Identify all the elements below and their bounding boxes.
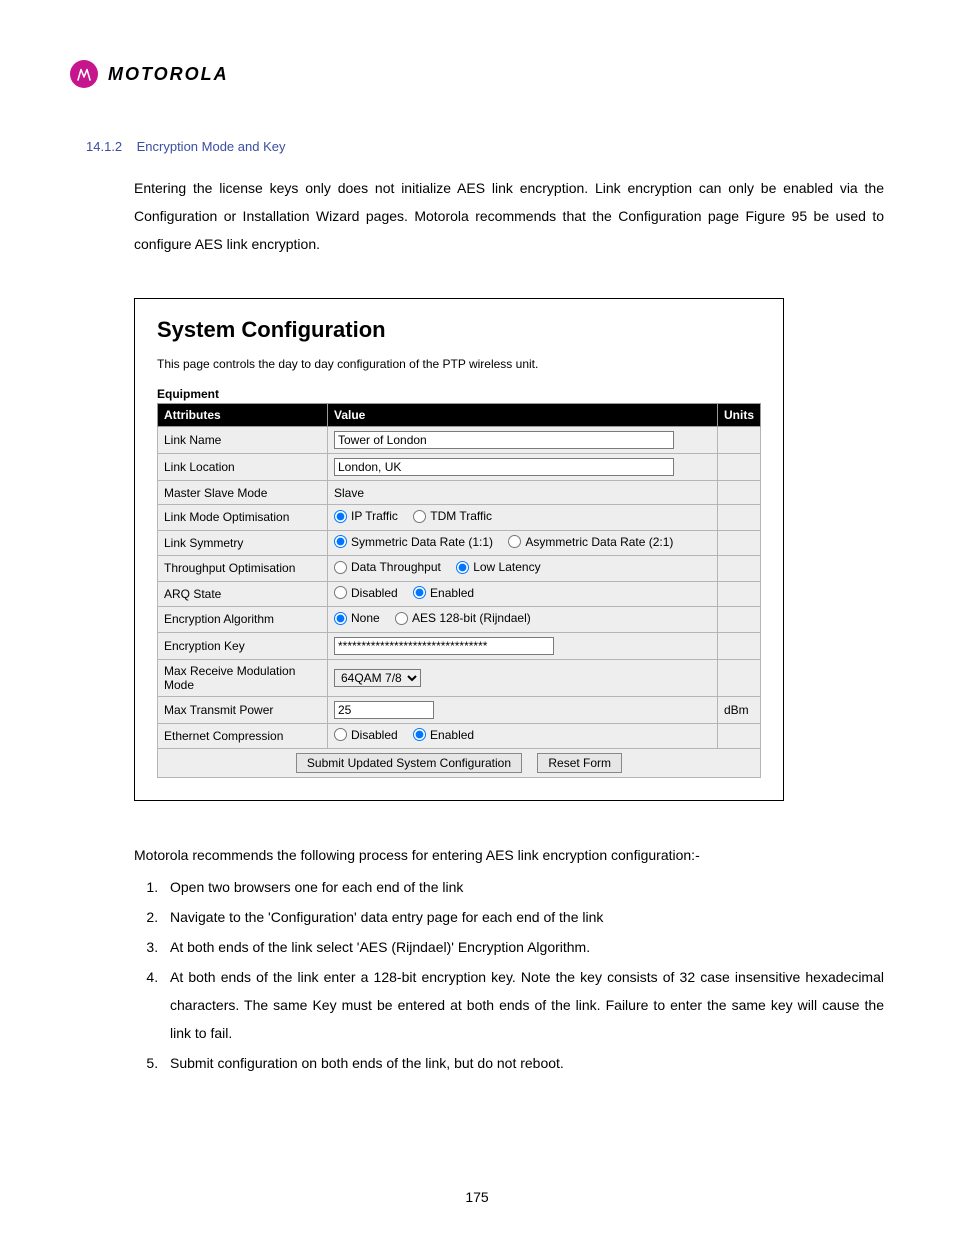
section-number: 14.1.2 <box>86 139 122 154</box>
row-link-name: Link Name <box>158 427 761 454</box>
radio-ip-traffic[interactable]: IP Traffic <box>334 509 398 523</box>
attr-label: Throughput Optimisation <box>158 556 328 582</box>
radio-ethcomp-enabled[interactable]: Enabled <box>413 728 474 742</box>
system-configuration-figure: System Configuration This page controls … <box>134 298 784 801</box>
attr-label: Link Name <box>158 427 328 454</box>
motorola-logo-icon <box>70 60 98 88</box>
attr-label: Link Symmetry <box>158 530 328 556</box>
list-item: At both ends of the link enter a 128-bit… <box>162 963 884 1047</box>
attr-label: Max Receive Modulation Mode <box>158 659 328 696</box>
max-rx-modulation-select[interactable]: 64QAM 7/8 <box>334 669 421 687</box>
radio-enc-none[interactable]: None <box>334 611 380 625</box>
row-master-slave: Master Slave Mode Slave <box>158 481 761 505</box>
row-link-location: Link Location <box>158 454 761 481</box>
radio-tdm-traffic[interactable]: TDM Traffic <box>413 509 492 523</box>
col-units: Units <box>718 404 761 427</box>
col-attributes: Attributes <box>158 404 328 427</box>
brand-name: MOTOROLA <box>108 64 229 85</box>
radio-asymmetric[interactable]: Asymmetric Data Rate (2:1) <box>508 535 673 549</box>
col-value: Value <box>328 404 718 427</box>
steps-list: Open two browsers one for each end of th… <box>134 873 884 1077</box>
attr-label: Max Transmit Power <box>158 696 328 723</box>
row-link-mode-optimisation: Link Mode Optimisation IP Traffic TDM Tr… <box>158 505 761 531</box>
button-row: Submit Updated System Configuration Rese… <box>158 749 761 778</box>
link-name-input[interactable] <box>334 431 674 449</box>
radio-arq-disabled[interactable]: Disabled <box>334 586 398 600</box>
row-arq-state: ARQ State Disabled Enabled <box>158 581 761 607</box>
submit-button[interactable]: Submit Updated System Configuration <box>296 753 522 773</box>
reset-button[interactable]: Reset Form <box>537 753 622 773</box>
list-item: Navigate to the 'Configuration' data ent… <box>162 903 884 931</box>
row-throughput-optimisation: Throughput Optimisation Data Throughput … <box>158 556 761 582</box>
followup-paragraph: Motorola recommends the following proces… <box>134 841 884 869</box>
link-location-input[interactable] <box>334 458 674 476</box>
row-encryption-algorithm: Encryption Algorithm None AES 128-bit (R… <box>158 607 761 633</box>
section-heading: 14.1.2 Encryption Mode and Key <box>86 138 884 156</box>
attr-label: Master Slave Mode <box>158 481 328 505</box>
radio-symmetric[interactable]: Symmetric Data Rate (1:1) <box>334 535 493 549</box>
list-item: Open two browsers one for each end of th… <box>162 873 884 901</box>
encryption-key-input[interactable] <box>334 637 554 655</box>
row-ethernet-compression: Ethernet Compression Disabled Enabled <box>158 723 761 749</box>
radio-arq-enabled[interactable]: Enabled <box>413 586 474 600</box>
list-item: Submit configuration on both ends of the… <box>162 1049 884 1077</box>
master-slave-value: Slave <box>328 481 718 505</box>
figure-subtitle: This page controls the day to day config… <box>157 357 761 371</box>
intro-paragraph: Entering the license keys only does not … <box>134 174 884 258</box>
row-encryption-key: Encryption Key <box>158 632 761 659</box>
radio-low-latency[interactable]: Low Latency <box>456 560 540 574</box>
configuration-table: Attributes Value Units Link Name Link Lo… <box>157 403 761 778</box>
radio-data-throughput[interactable]: Data Throughput <box>334 560 441 574</box>
attr-label: Encryption Algorithm <box>158 607 328 633</box>
radio-ethcomp-disabled[interactable]: Disabled <box>334 728 398 742</box>
attr-label: Ethernet Compression <box>158 723 328 749</box>
brand-header: MOTOROLA <box>70 60 884 88</box>
page-number: 175 <box>0 1189 954 1205</box>
row-max-tx-power: Max Transmit Power dBm <box>158 696 761 723</box>
row-link-symmetry: Link Symmetry Symmetric Data Rate (1:1) … <box>158 530 761 556</box>
radio-enc-aes128[interactable]: AES 128-bit (Rijndael) <box>395 611 531 625</box>
attr-label: ARQ State <box>158 581 328 607</box>
attr-label: Link Location <box>158 454 328 481</box>
equipment-label: Equipment <box>157 387 761 401</box>
list-item: At both ends of the link select 'AES (Ri… <box>162 933 884 961</box>
figure-title: System Configuration <box>157 317 761 343</box>
units-dbm: dBm <box>718 696 761 723</box>
attr-label: Encryption Key <box>158 632 328 659</box>
row-max-rx-modulation: Max Receive Modulation Mode 64QAM 7/8 <box>158 659 761 696</box>
max-tx-power-input[interactable] <box>334 701 434 719</box>
section-title: Encryption Mode and Key <box>137 139 286 154</box>
attr-label: Link Mode Optimisation <box>158 505 328 531</box>
